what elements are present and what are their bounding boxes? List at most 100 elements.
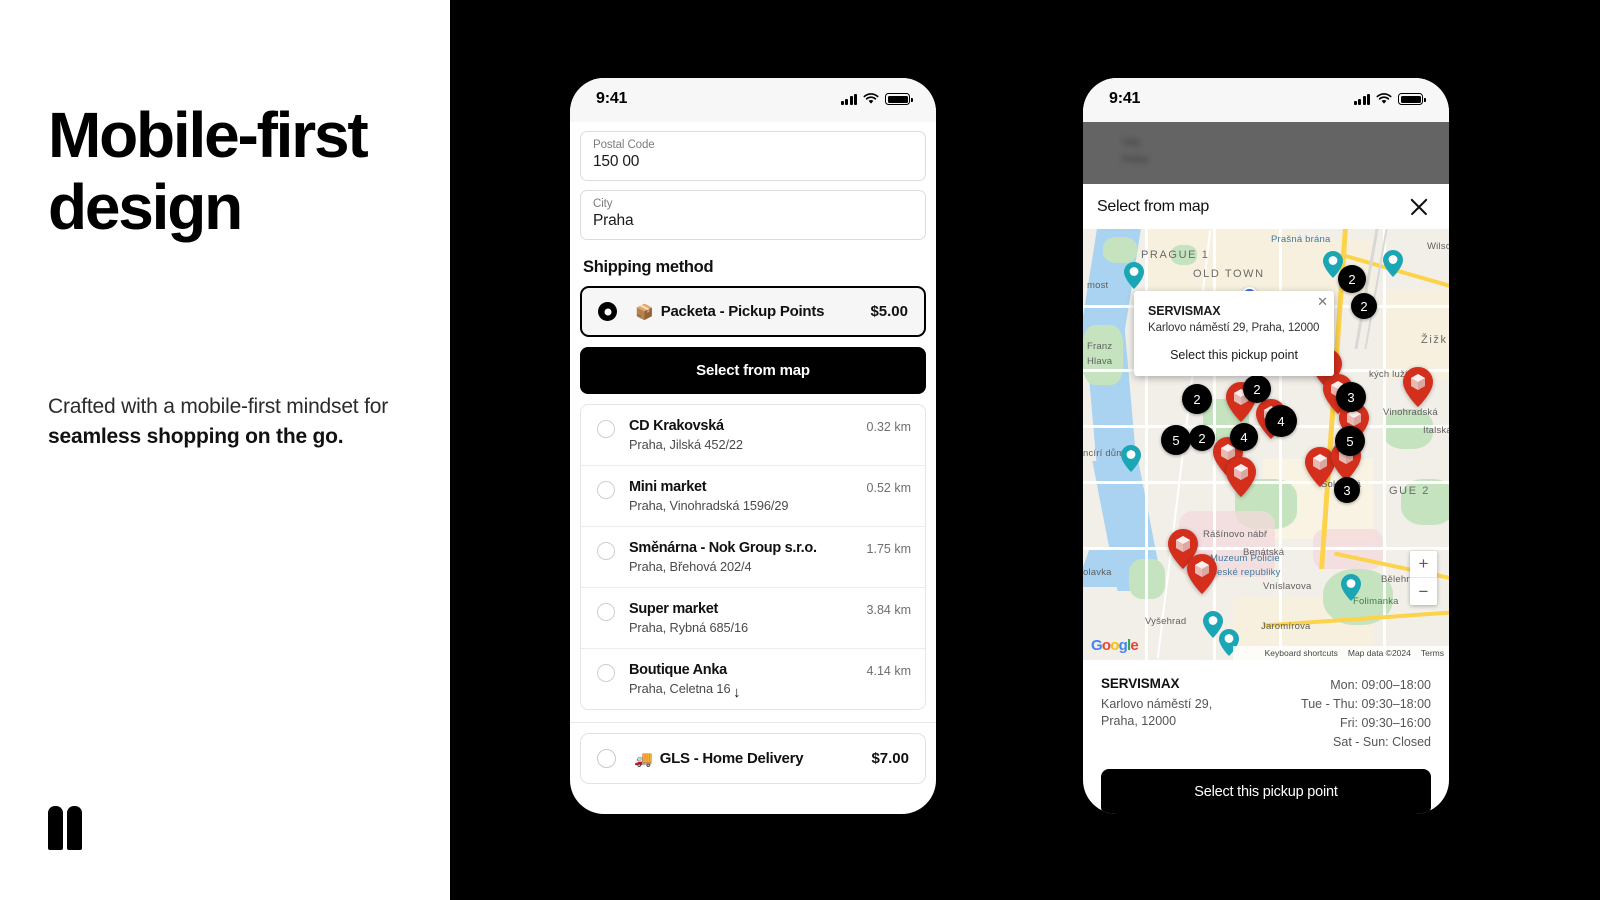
infowindow-close-icon[interactable]: ✕ [1317,295,1328,308]
map-cluster-badge[interactable]: 4 [1230,423,1258,451]
poi-map-pin-icon[interactable] [1124,262,1144,289]
radio-pickup-point[interactable] [597,420,615,438]
wifi-icon [863,93,879,104]
truck-icon: 🚚 [634,750,653,768]
detail-address: Karlovo náměstí 29, Praha, 12000 [1101,697,1213,728]
pickup-point-map-pin-icon[interactable] [1403,367,1433,407]
wifi-icon [1376,93,1392,104]
pickup-point-map-pin-icon[interactable] [1226,457,1256,497]
infowindow-select-link[interactable]: Select this pickup point [1148,348,1320,362]
close-icon[interactable] [1409,197,1429,217]
city-field[interactable]: City Praha [580,190,926,240]
obscured-text: City Praha [1123,137,1149,165]
package-icon: 📦 [635,303,654,321]
infowindow-title: SERVISMAX [1148,304,1221,318]
map-cluster-badge[interactable]: 2 [1351,293,1377,319]
page-title: Mobile-first design [48,99,369,243]
status-icons [840,93,913,105]
subcopy-bold: seamless shopping on the go. [48,425,344,449]
detail-opening-hours: Mon: 09:00–18:00 Tue - Thu: 09:30–18:00 … [1301,676,1431,752]
subcopy-plain: Crafted with a mobile-first mindset for [48,395,388,418]
pickup-point-name: Mini market [629,479,707,495]
radio-gls[interactable] [597,749,616,768]
poi-map-pin-icon[interactable] [1383,250,1403,277]
map-cluster-badge[interactable]: 2 [1338,265,1366,293]
pickup-point-name: CD Krakovská [629,418,724,434]
map-cluster-badge[interactable]: 5 [1335,426,1365,456]
map-data-copyright: Map data ©2024 [1347,647,1411,658]
battery-icon [1398,93,1426,105]
map-cluster-badge[interactable]: 5 [1161,425,1191,455]
radio-pickup-point[interactable] [597,664,615,682]
map-label: Wilsonova [1427,241,1449,252]
pickup-point-name: Boutique Anka [629,662,727,678]
checkout-form: Postal Code 150 00 City Praha Shipping m… [570,131,936,710]
list-item[interactable]: Super market Praha, Rybná 685/16 3.84 km [581,588,925,649]
radio-pickup-point[interactable] [597,542,615,560]
map-attribution: Keyboard shortcuts Map data ©2024 Terms [1233,645,1449,660]
pickup-point-map-pin-icon[interactable] [1187,554,1217,594]
map-cluster-badge[interactable]: 2 [1243,375,1271,403]
slide-canvas: Mobile-first design Crafted with a mobil… [0,0,1600,900]
status-bar: 9:41 [1083,78,1449,122]
radio-pickup-point[interactable] [597,481,615,499]
google-map[interactable]: PRAGUE 1 OLD TOWN Prašná brána most Franz Hla… [1083,229,1449,660]
left-text-panel: Mobile-first design Crafted with a mobil… [0,0,450,900]
pickup-point-address: Praha, Rybná 685/16 [629,620,749,635]
list-item[interactable]: CD Krakovská Praha, Jilská 452/22 0.32 k… [581,405,925,466]
radio-packeta[interactable] [598,302,617,321]
hours-row: Sat - Sun: Closed [1333,735,1431,749]
map-label: České republiky [1210,567,1281,578]
hours-row: Tue - Thu: 09:30–18:00 [1301,697,1431,711]
map-cluster-badge[interactable]: 3 [1336,382,1366,412]
detail-name: SERVISMAX [1101,676,1180,691]
pickup-point-distance: 3.84 km [866,603,911,617]
pickup-point-distance: 1.75 km [866,542,911,556]
poi-map-pin-icon[interactable] [1341,574,1361,601]
map-cluster-badge[interactable]: 2 [1182,384,1212,414]
map-cluster-badge[interactable]: 2 [1189,425,1215,451]
pickup-point-distance: 4.14 km [866,664,911,678]
map-label: kých luží [1369,369,1408,380]
map-label: ncírí dům [1083,448,1125,459]
postal-code-label: Postal Code [593,139,655,151]
map-cluster-badge[interactable]: 4 [1265,405,1297,437]
map-cluster-badge[interactable]: 3 [1334,477,1360,503]
map-label: Franz [1087,341,1113,352]
city-value: Praha [593,212,634,229]
pickup-point-name: Směnárna - Nok Group s.r.o. [629,540,817,556]
pickup-point-address: Praha, Jilská 452/22 [629,437,743,452]
map-label: Hlava [1087,356,1113,367]
keyboard-shortcuts-link[interactable]: Keyboard shortcuts [1265,648,1338,658]
map-label: Jaromírova [1261,621,1311,632]
map-label: Rášínovo nábř [1203,529,1268,540]
map-infowindow[interactable]: ✕ SERVISMAX Karlovo náměstí 29, Praha, 1… [1134,291,1334,376]
terms-link[interactable]: Terms [1421,648,1444,658]
map-label: Italská [1423,425,1449,436]
list-item[interactable]: Boutique Anka Praha, Celetna 16 4.14 km … [581,649,925,709]
radio-pickup-point[interactable] [597,603,615,621]
shipping-option-packeta[interactable]: 📦 Packeta - Pickup Points $5.00 [580,286,926,337]
postal-code-field[interactable]: Postal Code 150 00 [580,131,926,181]
status-time: 9:41 [1109,90,1141,107]
select-pickup-point-button[interactable]: Select this pickup point [1101,769,1431,814]
shipping-option-label: GLS - Home Delivery [659,750,804,767]
list-item[interactable]: Mini market Praha, Vinohradská 1596/29 0… [581,466,925,527]
postal-code-value: 150 00 [593,153,640,170]
zoom-in-button[interactable]: + [1410,551,1437,578]
shipping-option-gls[interactable]: 🚚 GLS - Home Delivery $7.00 [580,733,926,784]
pickup-point-detail: SERVISMAX Karlovo náměstí 29, Praha, 120… [1083,660,1449,752]
map-zoom-controls[interactable]: + − [1410,551,1437,605]
hours-row: Mon: 09:00–18:00 [1330,678,1431,692]
select-from-map-button[interactable]: Select from map [580,347,926,394]
sheet-title: Select from map [1097,198,1209,215]
city-label: City [593,198,613,210]
map-label: Vníslavova [1263,581,1312,592]
zoom-out-button[interactable]: − [1410,578,1437,605]
poi-map-pin-icon[interactable] [1121,445,1141,472]
scroll-down-icon: ↓ [733,684,741,701]
signal-bars-icon [1353,93,1370,105]
shipping-method-heading: Shipping method [583,258,714,276]
google-logo: Google [1091,637,1139,654]
list-item[interactable]: Směnárna - Nok Group s.r.o. Praha, Břeho… [581,527,925,588]
